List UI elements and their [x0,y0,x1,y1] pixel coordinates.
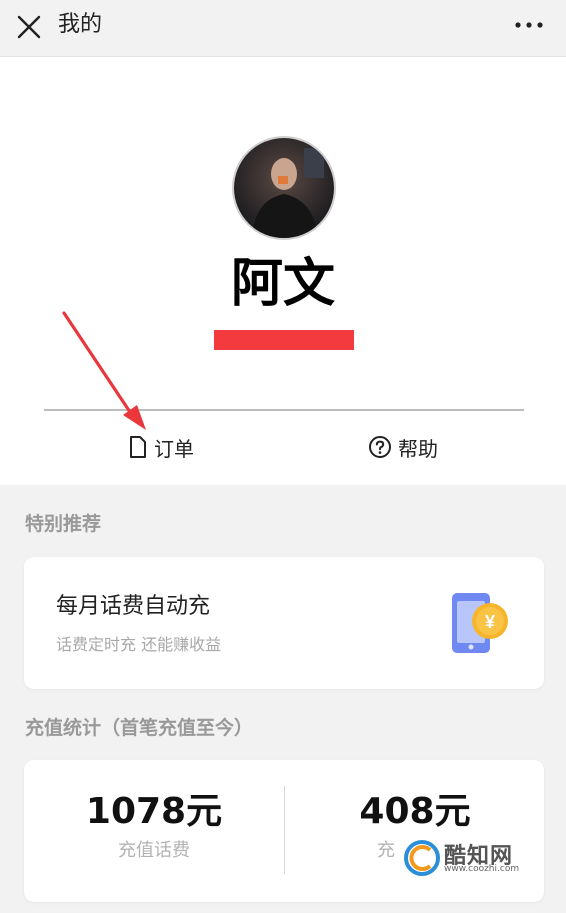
stat-value: 408元 [359,791,471,832]
svg-text:¥: ¥ [485,612,495,632]
card-title: 每月话费自动充 [56,594,211,619]
watermark-logo-icon [404,840,440,876]
stat-phone-recharge[interactable]: 1078元 充值话费 [24,790,284,862]
stat-label: 充值话费 [118,840,190,861]
watermark: 酷知网 www.coozhi.com [404,840,554,880]
auto-recharge-card[interactable]: 每月话费自动充 话费定时充 还能赚收益 ¥ [24,557,544,689]
stats-card: 1078元 充值话费 408元 充 [24,760,544,902]
phone-yuan-icon: ¥ [452,593,508,653]
stat-value: 1078元 [85,791,223,832]
recommend-section-title: 特别推荐 [25,513,102,535]
stats-section-title: 充值统计（首笔充值至今） [25,717,254,739]
card-subtitle: 话费定时充 还能赚收益 [56,635,222,654]
watermark-url: www.coozhi.com [444,864,520,874]
